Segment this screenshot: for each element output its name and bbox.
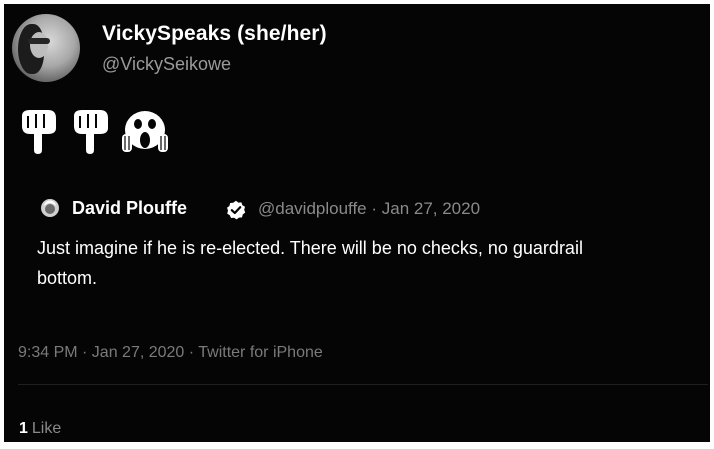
tweet-timestamp[interactable]: 9:34 PM · Jan 27, 2020 · Twitter for iPh… [18, 344, 323, 362]
quoted-tweet-text-line-2: bottom. [37, 268, 98, 288]
pointing-down-icon [74, 110, 108, 154]
avatar-glasses [28, 38, 50, 44]
likes-count[interactable]: 1 Like [19, 420, 61, 438]
avatar-face [30, 32, 48, 58]
author-display-name[interactable]: VickySpeaks (she/her) [102, 22, 327, 46]
quoted-tweet-text-line-1: Just imagine if he is re-elected. There … [37, 238, 583, 258]
quoted-tweet-meta[interactable]: @davidplouffe · Jan 27, 2020 [258, 199, 480, 219]
likes-label: Like [31, 420, 62, 437]
author-handle[interactable]: @VickySeikowe [102, 54, 231, 75]
quoted-tweet-text[interactable]: Just imagine if he is re-elected. There … [37, 233, 710, 293]
pointing-down-icon [22, 110, 56, 154]
verified-badge-icon [227, 200, 246, 220]
screenshot-frame: VickySpeaks (she/her) @VickySeikowe Davi… [0, 0, 714, 449]
divider [18, 384, 708, 385]
tweet-card: VickySpeaks (she/her) @VickySeikowe Davi… [4, 4, 710, 442]
likes-number: 1 [19, 420, 28, 437]
quoted-author-name[interactable]: David Plouffe [72, 198, 187, 219]
author-avatar[interactable] [12, 14, 80, 82]
screaming-face-icon [122, 111, 168, 152]
quoted-author-avatar[interactable] [40, 198, 60, 218]
tweet-emoji-row [18, 108, 168, 154]
